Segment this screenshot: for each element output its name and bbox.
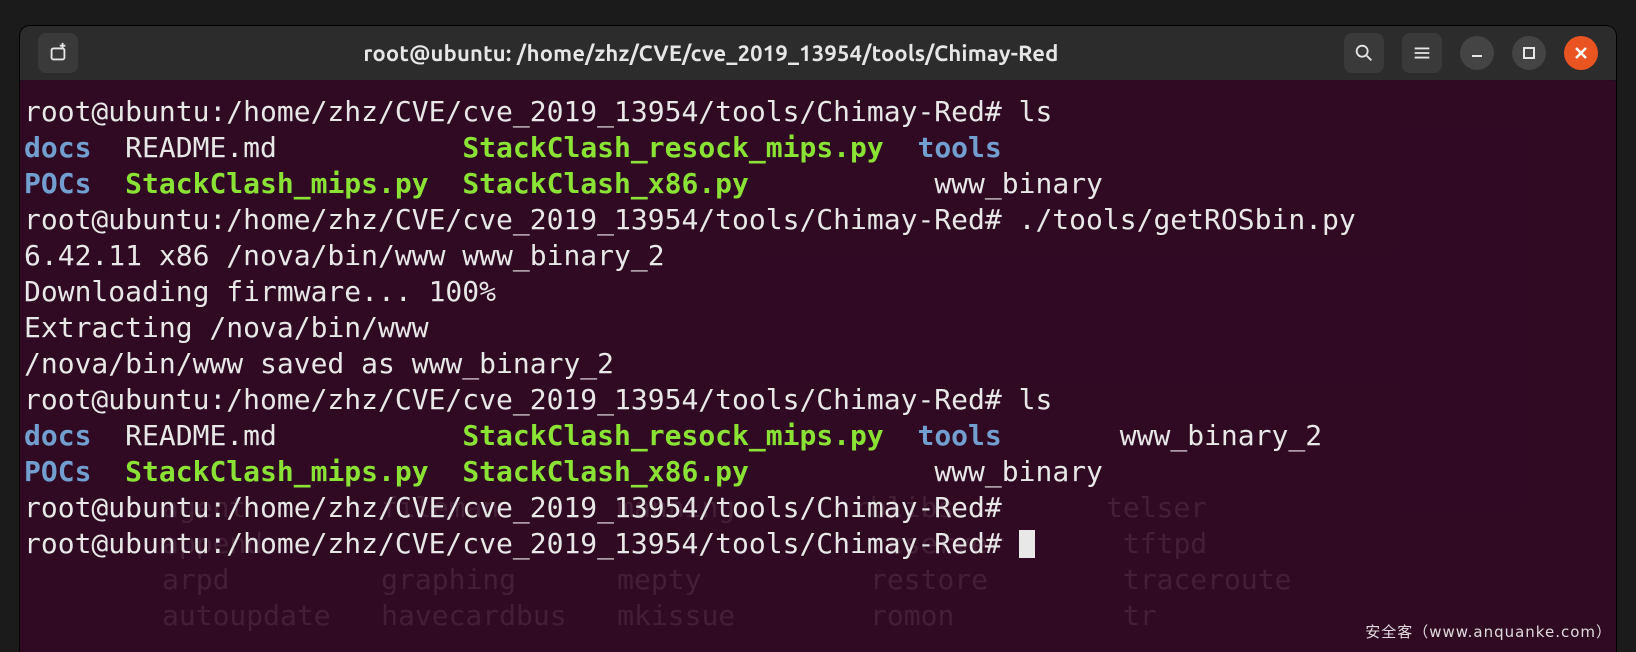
exec-entry: StackClash_resock_mips.py xyxy=(462,131,883,164)
terminal-line: docs README.md StackClash_resock_mips.py… xyxy=(24,130,1594,166)
dir-entry: POCs xyxy=(24,455,91,488)
watermark: 安全客（www.anquanke.com） xyxy=(1365,621,1612,642)
search-button[interactable] xyxy=(1344,33,1384,73)
terminal-line: Extracting /nova/bin/www xyxy=(24,310,1594,346)
terminal-line: root@ubuntu:/home/zhz/CVE/cve_2019_13954… xyxy=(24,382,1594,418)
terminal-line: docs README.md StackClash_resock_mips.py… xyxy=(24,418,1594,454)
close-button[interactable] xyxy=(1564,36,1598,70)
terminal-line: POCs StackClash_mips.py StackClash_x86.p… xyxy=(24,166,1594,202)
terminal-line: /nova/bin/www saved as www_binary_2 xyxy=(24,346,1594,382)
dir-entry: docs xyxy=(24,131,91,164)
exec-entry: StackClash_x86.py xyxy=(462,455,749,488)
command-text: 6.42.11 x86 /nova/bin/www www_binary_2 xyxy=(24,239,665,272)
exec-entry: StackClash_mips.py xyxy=(125,167,428,200)
command-text: ls xyxy=(1019,383,1053,416)
titlebar: root@ubuntu: /home/zhz/CVE/cve_2019_1395… xyxy=(20,26,1616,81)
terminal-window: root@ubuntu: /home/zhz/CVE/cve_2019_1395… xyxy=(20,26,1616,652)
terminal-line: root@ubuntu:/home/zhz/CVE/cve_2019_13954… xyxy=(24,202,1594,238)
dir-entry: docs xyxy=(24,419,91,452)
file-entry: www_binary_2 xyxy=(1120,419,1322,452)
prompt: root@ubuntu:/home/zhz/CVE/cve_2019_13954… xyxy=(24,95,1019,128)
minimize-button[interactable] xyxy=(1460,36,1494,70)
dir-entry: tools xyxy=(917,131,1001,164)
exec-entry: StackClash_mips.py xyxy=(125,455,428,488)
terminal-body[interactable]: agent fileman manning rblibs telser appe… xyxy=(22,80,1614,652)
menu-button[interactable] xyxy=(1402,33,1442,73)
output-text: Extracting /nova/bin/www xyxy=(24,311,429,344)
file-entry: www_binary xyxy=(934,167,1103,200)
background-ghost-text: agent fileman manning rblibs telser appe… xyxy=(162,490,1291,634)
file-entry: README.md xyxy=(125,419,277,452)
exec-entry: StackClash_x86.py xyxy=(462,167,749,200)
command-text: ls xyxy=(1019,95,1053,128)
terminal-line: 6.42.11 x86 /nova/bin/www www_binary_2 xyxy=(24,238,1594,274)
terminal-line: root@ubuntu:/home/zhz/CVE/cve_2019_13954… xyxy=(24,94,1594,130)
maximize-button[interactable] xyxy=(1512,36,1546,70)
new-tab-button[interactable] xyxy=(38,33,78,73)
prompt: root@ubuntu:/home/zhz/CVE/cve_2019_13954… xyxy=(24,383,1019,416)
command-text: ./tools/getROSbin.py xyxy=(1019,203,1373,236)
output-text: Downloading firmware... 100% xyxy=(24,275,496,308)
terminal-line: POCs StackClash_mips.py StackClash_x86.p… xyxy=(24,454,1594,490)
window-title: root@ubuntu: /home/zhz/CVE/cve_2019_1395… xyxy=(78,41,1344,66)
dir-entry: POCs xyxy=(24,167,91,200)
terminal-line: Downloading firmware... 100% xyxy=(24,274,1594,310)
output-text: /nova/bin/www saved as www_binary_2 xyxy=(24,347,614,380)
prompt: root@ubuntu:/home/zhz/CVE/cve_2019_13954… xyxy=(24,203,1019,236)
exec-entry: StackClash_resock_mips.py xyxy=(462,419,883,452)
file-entry: www_binary xyxy=(934,455,1103,488)
file-entry: README.md xyxy=(125,131,277,164)
dir-entry: tools xyxy=(917,419,1001,452)
